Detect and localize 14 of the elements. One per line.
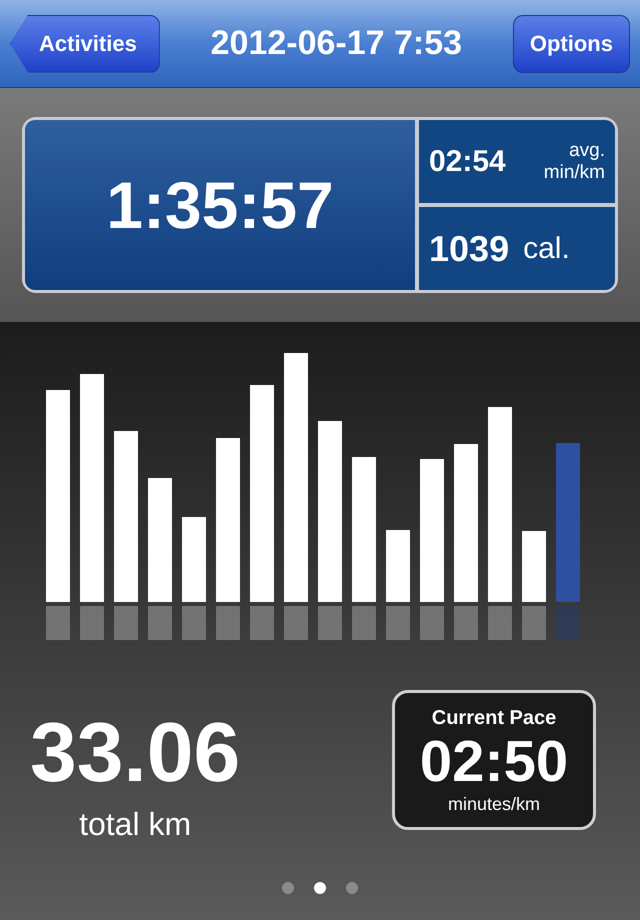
back-button[interactable]: Activities	[10, 14, 160, 72]
pace-unit-label: avg.	[569, 140, 605, 162]
options-button[interactable]: Options	[512, 14, 630, 72]
average-pace: 02:54	[429, 144, 506, 180]
calories-value: 1039	[429, 226, 510, 270]
calories-unit: cal.	[523, 231, 570, 267]
current-pace-title: Current Pace	[432, 706, 556, 730]
total-distance: 33.06	[30, 710, 240, 794]
current-pace-value: 02:50	[420, 732, 568, 790]
pace-unit-label: min/km	[544, 162, 605, 184]
screen-title: 2012-06-17 7:53	[210, 23, 462, 64]
current-pace-unit: minutes/km	[448, 792, 540, 816]
duration-value: 1:35:57	[25, 120, 415, 290]
distance-unit: total km	[79, 805, 192, 844]
